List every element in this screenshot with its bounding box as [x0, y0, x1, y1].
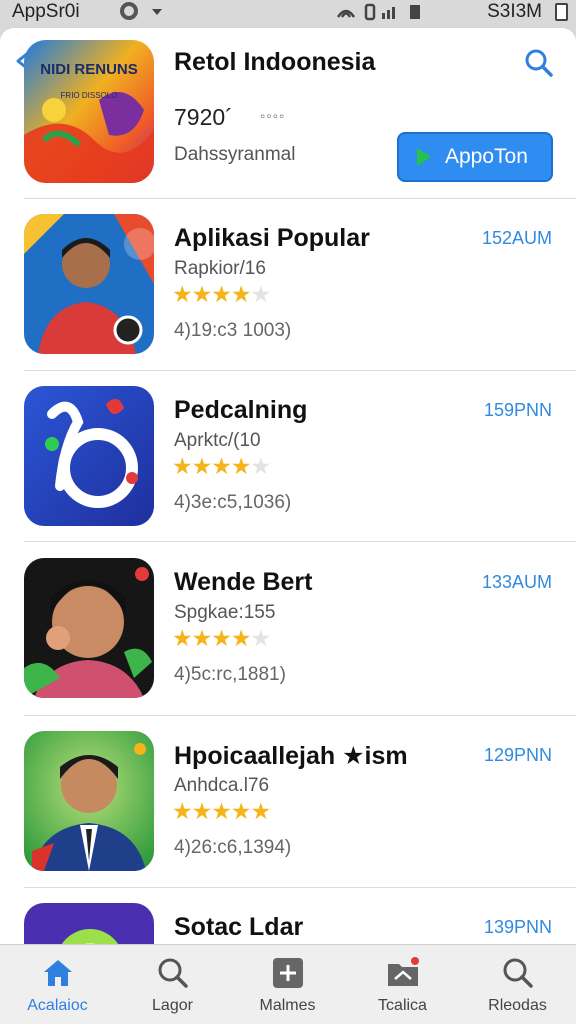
nav-add[interactable]: Malmes	[230, 945, 345, 1024]
app-title: Aplikasi Popular	[174, 224, 370, 252]
nav-records[interactable]: Rleodas	[460, 945, 575, 1024]
star-icon: ★	[211, 281, 232, 307]
list-item[interactable]: Pedcalning Aprktc/(10 ★★★★★ 4)3e:c5,1036…	[0, 386, 576, 556]
nav-search[interactable]: Lagor	[115, 945, 230, 1024]
app-time: 139PNN	[483, 917, 552, 937]
divider	[24, 370, 576, 371]
app-icon	[24, 214, 154, 354]
status-bar: AppSr0i S3I3M	[0, 0, 576, 24]
star-icon: ★	[230, 453, 252, 479]
nav-folder[interactable]: Tcalica	[345, 945, 460, 1024]
app-time: 152AUM	[481, 228, 552, 248]
app-title: Pedcalning	[174, 396, 308, 424]
star-icon: ★	[211, 453, 232, 479]
nav-label: Lagor	[152, 997, 193, 1014]
app-size: 4)5c:rc,1881)	[174, 664, 286, 685]
list-item[interactable]: Sotac Ldar 139PNN	[0, 903, 576, 944]
star-icon: ★	[172, 798, 193, 824]
star-icon: ★	[172, 625, 193, 651]
search-icon	[158, 958, 188, 988]
divider	[24, 887, 576, 888]
app-time: 159PNN	[483, 400, 552, 420]
nav-label: Acalaioc	[27, 997, 88, 1014]
rating-dots: ◦◦◦◦	[260, 108, 286, 125]
rating-stars: ★★★★★	[172, 625, 272, 652]
rating-stars: ★★★★★	[172, 453, 272, 480]
install-button-label: AppoTon	[445, 145, 528, 168]
settings-icon	[120, 2, 138, 20]
nav-label: Malmes	[259, 997, 316, 1014]
list-item[interactable]: Wende Bert Spgkae:155 ★★★★★ 4)5c:rc,1881…	[0, 558, 576, 728]
star-icon: ★	[191, 798, 213, 824]
app-size: 4)19:c3 1003)	[174, 320, 292, 341]
list-item[interactable]: Hpoicaallejah ★ism Anhdca.l76 ★★★★★ 4)26…	[0, 731, 576, 901]
featured-app-icon[interactable]: NIDI RENUNS FRIO DISSOLO	[24, 40, 154, 183]
app-icon	[24, 386, 154, 526]
status-clock: S3I3M	[487, 1, 542, 22]
divider	[24, 198, 576, 199]
logo-text: NIDI RENUNS	[40, 61, 138, 78]
play-icon	[417, 148, 431, 166]
app-subtitle: Rapkior/16	[174, 258, 266, 279]
star-icon: ★	[211, 798, 232, 824]
add-icon	[272, 958, 303, 988]
app-time: 133AUM	[481, 572, 552, 592]
rating-stars: ★★★★★	[172, 281, 272, 308]
star-icon: ★	[230, 281, 252, 307]
page-title: Retol Indoonesia	[174, 48, 376, 76]
app-time: 129PNN	[483, 745, 552, 765]
app-subtitle: Aprktc/(10	[174, 430, 261, 451]
star-icon: ★	[211, 625, 232, 651]
star-icon: ★	[230, 798, 252, 824]
star-icon: ★	[250, 453, 272, 479]
developer-name: Dahssyranmal	[174, 144, 296, 165]
app-subtitle: Spgkae:155	[174, 602, 276, 623]
star-icon: ★	[191, 453, 213, 479]
home-icon	[43, 960, 72, 986]
bottom-nav: Acalaioc Lagor Malmes Tcalica Rleodas	[0, 944, 576, 1024]
download-count: 7920´	[174, 104, 233, 130]
chevron-down-icon	[152, 9, 162, 15]
app-title: Hpoicaallejah ★ism	[174, 742, 408, 770]
star-icon: ★	[250, 798, 272, 824]
app-subtitle: Anhdca.l76	[174, 775, 270, 796]
app-store-panel: NIDI RENUNS FRIO DISSOLO Retol Indoonesi…	[0, 28, 576, 944]
nav-label: Rleodas	[488, 997, 547, 1014]
nav-home[interactable]: Acalaioc	[0, 945, 115, 1024]
divider	[24, 541, 576, 542]
star-icon: ★	[172, 281, 193, 307]
app-title: Wende Bert	[174, 568, 313, 596]
star-icon: ★	[250, 281, 272, 307]
star-icon: ★	[172, 453, 193, 479]
star-icon: ★	[250, 625, 272, 651]
app-icon	[24, 731, 154, 871]
folder-icon	[387, 957, 419, 986]
star-icon: ★	[191, 625, 213, 651]
status-carrier: AppSr0i	[12, 1, 80, 22]
app-size: 4)26:c6,1394)	[174, 837, 292, 858]
star-icon: ★	[191, 281, 213, 307]
signal-icon	[336, 3, 420, 21]
app-icon	[24, 903, 154, 944]
search-icon	[503, 958, 533, 988]
star-icon: ★	[230, 625, 252, 651]
nav-label: Tcalica	[378, 997, 427, 1014]
logo-subtext: FRIO DISSOLO	[61, 91, 118, 100]
battery-icon	[555, 3, 568, 21]
app-size: 4)3e:c5,1036)	[174, 492, 292, 513]
list-item[interactable]: Aplikasi Popular Rapkior/16 ★★★★★ 4)19:c…	[0, 214, 576, 384]
search-icon[interactable]	[524, 48, 554, 78]
app-icon	[24, 558, 154, 698]
install-button[interactable]: AppoTon	[397, 132, 553, 182]
app-title: Sotac Ldar	[174, 913, 304, 941]
divider	[24, 715, 576, 716]
rating-stars: ★★★★★	[172, 798, 272, 825]
